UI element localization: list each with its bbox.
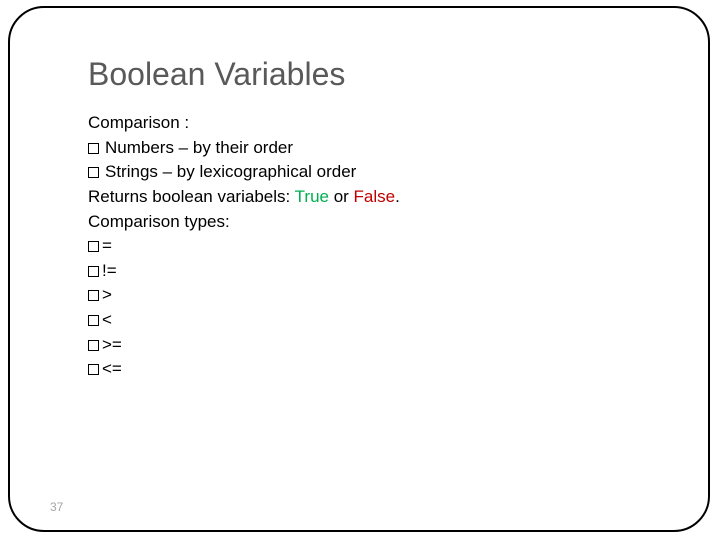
bullet-numbers: Numbers – by their order xyxy=(88,136,648,161)
bullet-strings: Strings – by lexicographical order xyxy=(88,160,648,185)
square-bullet-icon xyxy=(88,340,99,351)
op-ge: >= xyxy=(88,333,648,358)
false-word: False xyxy=(354,187,396,206)
slide-frame: Boolean Variables Comparison : Numbers –… xyxy=(8,6,710,532)
op-text: > xyxy=(102,285,112,304)
square-bullet-icon xyxy=(88,315,99,326)
op-text: >= xyxy=(102,335,122,354)
op-le: <= xyxy=(88,357,648,382)
returns-mid: or xyxy=(329,187,354,206)
square-bullet-icon xyxy=(88,167,99,178)
op-text: = xyxy=(102,236,112,255)
square-bullet-icon xyxy=(88,266,99,277)
square-bullet-icon xyxy=(88,143,99,154)
op-text: <= xyxy=(102,359,122,378)
op-eq: = xyxy=(88,234,648,259)
op-lt: < xyxy=(88,308,648,333)
square-bullet-icon xyxy=(88,364,99,375)
square-bullet-icon xyxy=(88,241,99,252)
square-bullet-icon xyxy=(88,290,99,301)
op-gt: > xyxy=(88,283,648,308)
comparison-types-header: Comparison types: xyxy=(88,210,648,235)
slide-title: Boolean Variables xyxy=(88,56,648,93)
page-number: 37 xyxy=(50,500,63,514)
bullet-text: Numbers – by their order xyxy=(105,138,293,157)
returns-line: Returns boolean variabels: True or False… xyxy=(88,185,648,210)
returns-pre: Returns boolean variabels: xyxy=(88,187,295,206)
slide-content: Boolean Variables Comparison : Numbers –… xyxy=(88,56,648,382)
bullet-text: Strings – by lexicographical order xyxy=(105,162,356,181)
op-text: != xyxy=(102,261,117,280)
returns-post: . xyxy=(395,187,400,206)
comparison-header: Comparison : xyxy=(88,111,648,136)
op-ne: != xyxy=(88,259,648,284)
true-word: True xyxy=(295,187,329,206)
op-text: < xyxy=(102,310,112,329)
